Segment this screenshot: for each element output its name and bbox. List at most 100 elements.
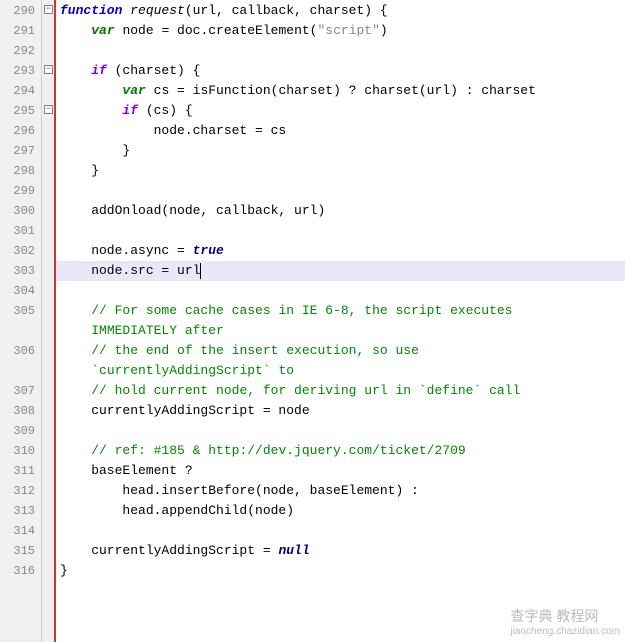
- code-token: // ref: #185 & http://dev.jquery.com/tic…: [91, 443, 465, 458]
- code-line[interactable]: var node = doc.createElement("script"): [56, 21, 625, 41]
- code-line[interactable]: head.insertBefore(node, baseElement) :: [56, 481, 625, 501]
- code-token: request: [130, 3, 185, 18]
- code-line[interactable]: [56, 41, 625, 61]
- line-number: 304: [0, 281, 41, 301]
- line-number: 296: [0, 121, 41, 141]
- line-number: 291: [0, 21, 41, 41]
- code-token: [60, 383, 91, 398]
- line-number: 308: [0, 401, 41, 421]
- line-number: 295: [0, 101, 41, 121]
- code-token: [60, 303, 91, 318]
- code-line[interactable]: // ref: #185 & http://dev.jquery.com/tic…: [56, 441, 625, 461]
- code-line[interactable]: node.charset = cs: [56, 121, 625, 141]
- code-token: currentlyAddingScript = node: [60, 403, 310, 418]
- watermark: 查字典 教程网 jiaocheng.chazidian.com: [510, 606, 620, 637]
- code-token: IMMEDIATELY after: [91, 323, 224, 338]
- line-number: 294: [0, 81, 41, 101]
- line-number: 313: [0, 501, 41, 521]
- code-line[interactable]: currentlyAddingScript = node: [56, 401, 625, 421]
- code-line[interactable]: [56, 181, 625, 201]
- code-line[interactable]: [56, 221, 625, 241]
- code-line[interactable]: node.async = true: [56, 241, 625, 261]
- code-line[interactable]: // For some cache cases in IE 6-8, the s…: [56, 301, 625, 321]
- code-token: [60, 23, 91, 38]
- code-token: // For some cache cases in IE 6-8, the s…: [91, 303, 512, 318]
- line-number: 305: [0, 301, 41, 321]
- code-token: node.charset = cs: [60, 123, 286, 138]
- code-token: // hold current node, for deriving url i…: [91, 383, 520, 398]
- code-token: (url, callback, charset) {: [185, 3, 388, 18]
- code-token: true: [193, 243, 224, 258]
- watermark-url: jiaocheng.chazidian.com: [510, 626, 620, 637]
- line-number: [0, 321, 41, 341]
- line-number: 300: [0, 201, 41, 221]
- code-line[interactable]: `currentlyAddingScript` to: [56, 361, 625, 381]
- code-line[interactable]: }: [56, 561, 625, 581]
- code-line[interactable]: if (charset) {: [56, 61, 625, 81]
- code-token: var: [91, 23, 122, 38]
- fold-toggle-icon[interactable]: [44, 5, 53, 14]
- code-token: [60, 323, 91, 338]
- line-number: 303: [0, 261, 41, 281]
- line-number: 299: [0, 181, 41, 201]
- code-token: }: [60, 563, 68, 578]
- code-token: if: [122, 103, 145, 118]
- code-token: currentlyAddingScript =: [60, 543, 278, 558]
- code-token: [60, 443, 91, 458]
- code-line[interactable]: var cs = isFunction(charset) ? charset(u…: [56, 81, 625, 101]
- code-token: function: [60, 3, 130, 18]
- code-token: `currentlyAddingScript` to: [91, 363, 294, 378]
- code-line[interactable]: [56, 281, 625, 301]
- code-line[interactable]: // the end of the insert execution, so u…: [56, 341, 625, 361]
- code-token: [60, 103, 122, 118]
- code-line[interactable]: if (cs) {: [56, 101, 625, 121]
- line-number: 306: [0, 341, 41, 361]
- fold-column: [42, 0, 56, 642]
- code-token: if: [91, 63, 114, 78]
- code-token: null: [278, 543, 309, 558]
- code-line[interactable]: head.appendChild(node): [56, 501, 625, 521]
- fold-toggle-icon[interactable]: [44, 65, 53, 74]
- code-line[interactable]: node.src = url: [56, 261, 625, 281]
- code-line[interactable]: }: [56, 141, 625, 161]
- code-line[interactable]: IMMEDIATELY after: [56, 321, 625, 341]
- line-number: 297: [0, 141, 41, 161]
- code-line[interactable]: function request(url, callback, charset)…: [56, 1, 625, 21]
- code-token: node.src = url: [60, 263, 200, 278]
- code-line[interactable]: baseElement ?: [56, 461, 625, 481]
- code-token: [60, 63, 91, 78]
- code-line[interactable]: addOnload(node, callback, url): [56, 201, 625, 221]
- code-token: // the end of the insert execution, so u…: [91, 343, 419, 358]
- line-number: 290: [0, 1, 41, 21]
- line-number: 314: [0, 521, 41, 541]
- line-number: 293: [0, 61, 41, 81]
- code-token: }: [60, 163, 99, 178]
- code-token: baseElement ?: [60, 463, 193, 478]
- code-line[interactable]: [56, 521, 625, 541]
- code-token: head.insertBefore(node, baseElement) :: [60, 483, 419, 498]
- line-number: 302: [0, 241, 41, 261]
- code-line[interactable]: [56, 421, 625, 441]
- line-number: 316: [0, 561, 41, 581]
- code-line[interactable]: currentlyAddingScript = null: [56, 541, 625, 561]
- fold-toggle-icon[interactable]: [44, 105, 53, 114]
- line-number: 315: [0, 541, 41, 561]
- line-number: 307: [0, 381, 41, 401]
- line-number: 292: [0, 41, 41, 61]
- code-line[interactable]: }: [56, 161, 625, 181]
- code-token: (charset) {: [115, 63, 201, 78]
- watermark-text-cn: 查字典 教程网: [510, 608, 598, 624]
- code-line[interactable]: // hold current node, for deriving url i…: [56, 381, 625, 401]
- line-number: 301: [0, 221, 41, 241]
- code-token: node.async =: [60, 243, 193, 258]
- code-token: addOnload(node, callback, url): [60, 203, 325, 218]
- code-token: }: [60, 143, 130, 158]
- code-editor[interactable]: 2902912922932942952962972982993003013023…: [0, 0, 625, 642]
- line-number: 311: [0, 461, 41, 481]
- line-number-gutter: 2902912922932942952962972982993003013023…: [0, 0, 42, 642]
- code-token: cs = isFunction(charset) ? charset(url) …: [154, 83, 536, 98]
- text-cursor: [200, 263, 201, 279]
- code-area[interactable]: function request(url, callback, charset)…: [56, 0, 625, 642]
- code-token: [60, 83, 122, 98]
- code-token: ): [380, 23, 388, 38]
